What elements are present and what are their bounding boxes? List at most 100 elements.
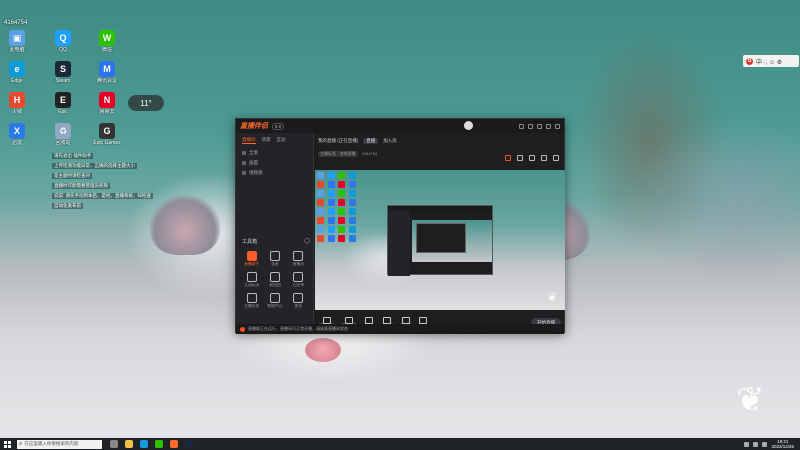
toolbox-item[interactable]: 更多 [287, 293, 310, 309]
app-icon: ♻ [55, 123, 71, 139]
desktop-icon[interactable]: H 火绒 [2, 92, 32, 115]
toolbox-item[interactable]: 直播间 [287, 251, 310, 267]
taskbar-clock[interactable]: 19:21 2022/12/26 [771, 439, 794, 449]
preview-mini-icon [338, 235, 345, 242]
desktop-icon[interactable]: M 腾讯会议 [92, 61, 122, 84]
wechat-icon[interactable] [155, 440, 163, 448]
preview-mini-icon [327, 172, 335, 179]
desktop-icon[interactable]: E Epic [48, 92, 78, 115]
stream-category-pill[interactable]: 主播标签 · 游戏直播 [318, 150, 358, 157]
desktop-icon[interactable]: X 迅雷 [2, 123, 32, 146]
task-view-icon[interactable] [110, 440, 118, 448]
notification-line: 请先退出 插件助手 [52, 153, 94, 159]
app-logo: 直播伴侣 [240, 123, 268, 130]
weather-widget[interactable]: 11° [128, 95, 164, 111]
preview-mini-icon [327, 181, 335, 188]
toolbox-item[interactable]: 心愿单 [287, 272, 310, 288]
file-explorer-icon[interactable] [125, 440, 133, 448]
desktop-icon[interactable]: S Steam [48, 61, 78, 84]
more-icon[interactable] [553, 155, 559, 161]
battery-icon[interactable] [762, 441, 768, 447]
join-room-link[interactable]: 加入房 [383, 138, 397, 144]
app-icon: ▣ [9, 30, 25, 46]
minimize-icon[interactable] [537, 123, 542, 129]
network-icon[interactable] [744, 441, 750, 447]
tab-live-room[interactable]: 直播间 [242, 137, 256, 144]
desktop-icon[interactable]: Q QQ [48, 30, 78, 53]
record-icon[interactable] [505, 155, 511, 161]
sidebar-item-label: 画面 [249, 160, 258, 165]
maximize-icon[interactable] [546, 123, 551, 129]
sidebar-item-video-source[interactable]: 视频源 [236, 168, 313, 178]
app-icon: e [9, 61, 25, 77]
toolbox-item[interactable]: 数据中心 [263, 293, 286, 309]
sidebar-item-picture[interactable]: 画面 [236, 158, 313, 168]
edge-icon[interactable] [140, 440, 148, 448]
desktop-icon-label: 火绒 [11, 109, 22, 115]
tool-label: 粉丝团 [269, 283, 281, 287]
sidebar-item-panorama[interactable]: 全景 [236, 148, 313, 158]
preview-mini-icon [327, 208, 335, 215]
volume-icon[interactable] [753, 441, 759, 447]
stream-preview[interactable]: ❦ [315, 170, 565, 310]
windows-start-icon[interactable] [4, 440, 11, 448]
desktop-icon[interactable]: e Edge [2, 61, 32, 84]
steam-icon[interactable] [185, 440, 193, 448]
desktop-icon[interactable]: N 网易云 [92, 92, 122, 115]
preview-mini-icon [338, 181, 345, 188]
preview-mini-icon [327, 226, 335, 233]
share-icon[interactable] [541, 155, 547, 161]
toolbox-item[interactable]: 连麦 [263, 251, 286, 267]
close-icon[interactable] [555, 123, 560, 129]
toolbox-settings-icon[interactable]: ◯ [304, 238, 310, 245]
desktop-icon-label: Epic Games [93, 140, 121, 146]
desktop-icon[interactable]: ♻ 回收站 [48, 123, 78, 146]
input-method-bar[interactable]: S 中 ·, ☺ ⚙ [743, 55, 799, 67]
app-main-panel: 我的直播 (正在直播) 直播 加入房 主播标签 · 游戏直播 4164754 ❦… [315, 133, 565, 334]
skin-icon[interactable] [528, 123, 533, 129]
preview-logo-icon: ❦ [546, 290, 557, 304]
cat-nose [305, 338, 341, 362]
notification-line: 上传检测功能异常，正确的选择主题大小 [52, 163, 137, 169]
layout-icon[interactable] [517, 155, 523, 161]
notification-line: 自动化发布前 [52, 203, 83, 209]
desktop-icon[interactable]: G Epic Games [92, 123, 122, 146]
toolbox-item[interactable]: 直播助手 [240, 251, 263, 267]
desktop-icon[interactable]: W 微信 [92, 30, 122, 53]
user-avatar[interactable] [464, 121, 473, 130]
preview-mini-icon [348, 217, 356, 224]
toolbox-item[interactable]: 粉丝团 [263, 272, 286, 288]
app-icon: Q [55, 30, 71, 46]
desktop-icon[interactable]: ▣ 此电脑 [2, 30, 32, 53]
preview-mini-icon [317, 199, 324, 206]
tool-label: 主播任务 [244, 304, 260, 308]
toolbox-item[interactable]: 互动玩法 [240, 272, 263, 288]
taskbar-search[interactable]: ⌕ 在这里输入你要搜索的内容 [17, 439, 102, 449]
preview-mini-icon [338, 190, 345, 197]
live-app-icon[interactable] [170, 440, 178, 448]
preview-mini-icon [317, 235, 324, 242]
preview-mini-icon [348, 172, 356, 179]
sogou-icon[interactable]: S [746, 57, 753, 65]
toolbox-item[interactable]: 主播任务 [240, 293, 263, 309]
preview-mini-icon [348, 190, 356, 197]
app-icon: S [55, 61, 71, 77]
stream-tag[interactable]: 直播 [363, 138, 379, 144]
live-stream-app-window[interactable]: 直播伴侣 5.0 直播间 场景 互动 全景 画面 视频源 工具箱 ◯ 直播助手 连… [235, 118, 565, 334]
app-version-badge: 5.0 [272, 122, 285, 130]
effects-icon[interactable] [529, 155, 535, 161]
tool-icon [293, 272, 304, 282]
toolbox-header: 工具箱 ◯ [242, 238, 310, 245]
preview-mini-icon [348, 226, 356, 233]
notification-line: 是主题时请检查对 [52, 173, 92, 179]
tool-label: 心愿单 [292, 283, 305, 287]
tab-interact[interactable]: 互动 [277, 137, 286, 144]
desktop-icon-label: 腾讯会议 [96, 78, 117, 84]
app-titlebar[interactable]: 直播伴侣 5.0 [236, 119, 564, 133]
settings-icon[interactable] [519, 123, 524, 129]
preview-mini-icon [327, 190, 335, 197]
tab-scene[interactable]: 场景 [262, 137, 271, 144]
sidebar-tabs: 直播间 场景 互动 [236, 133, 313, 148]
taskbar-apps [110, 440, 193, 448]
eye-icon [242, 151, 246, 155]
